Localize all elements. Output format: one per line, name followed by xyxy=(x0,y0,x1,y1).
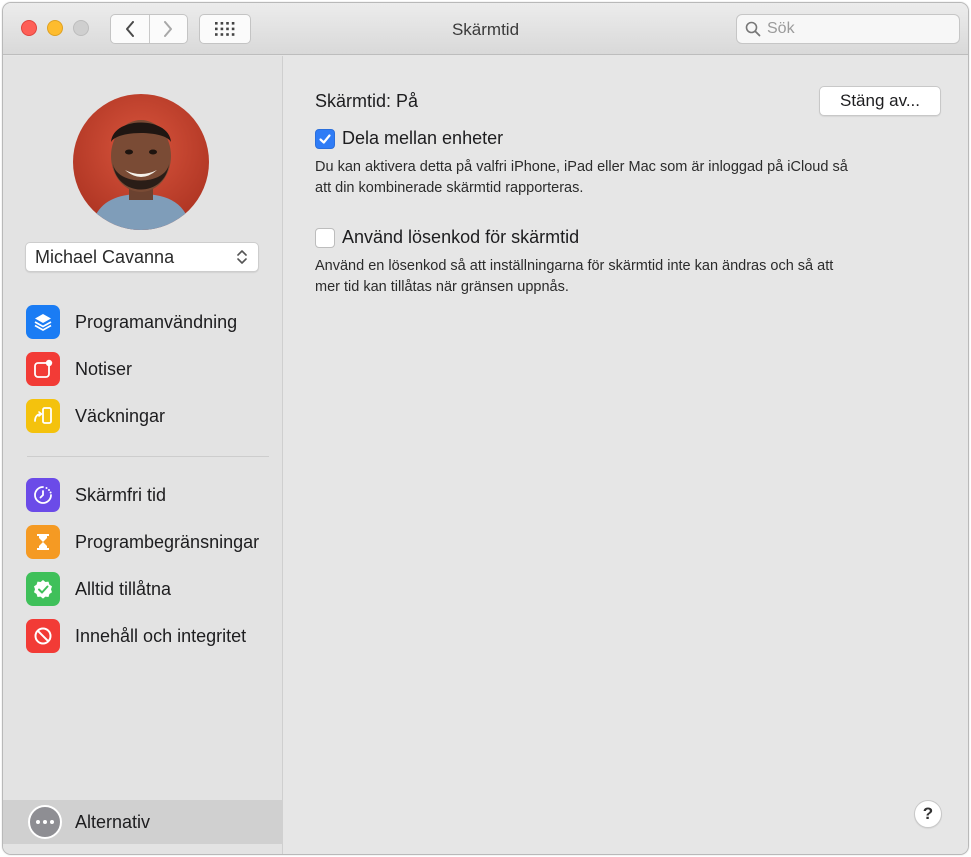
up-down-chevron-icon xyxy=(237,250,247,264)
layers-icon xyxy=(26,305,60,339)
sidebar-item-downtime[interactable]: Skärmfri tid xyxy=(3,473,282,517)
use-passcode-row[interactable]: Använd lösenkod för skärmtid xyxy=(315,227,579,248)
share-description: Du kan aktivera detta på valfri iPhone, … xyxy=(315,157,935,199)
user-select-value: Michael Cavanna xyxy=(35,246,175,267)
sidebar-item-label: Väckningar xyxy=(75,406,166,426)
checkmark-badge-icon xyxy=(26,572,60,606)
sidebar-item-app-usage[interactable]: Programanvändning xyxy=(3,300,282,344)
sidebar-item-content-privacy[interactable]: Innehåll och integritet xyxy=(3,614,282,658)
pickup-phone-icon xyxy=(26,399,60,433)
search-icon xyxy=(745,21,761,37)
sidebar-item-label: Alltid tillåtna xyxy=(75,579,172,599)
sidebar-item-label: Notiser xyxy=(75,359,133,379)
share-across-devices-row[interactable]: Dela mellan enheter xyxy=(315,128,503,149)
checkmark-icon xyxy=(319,133,331,144)
share-across-devices-label: Dela mellan enheter xyxy=(342,128,504,148)
screen-time-status: Skärmtid: På xyxy=(315,91,419,111)
search-field[interactable] xyxy=(736,14,960,44)
sidebar-item-options[interactable]: Alternativ xyxy=(3,800,283,844)
system-preferences-window: Skärmtid Sök Michael Cavanna Programanvä… xyxy=(2,2,969,855)
notification-badge-icon xyxy=(26,352,60,386)
sidebar-item-label: Programbegränsningar xyxy=(75,532,260,552)
title-bar: Skärmtid xyxy=(3,3,968,55)
main-panel: Skärmtid: På Stäng av... Dela mellan enh… xyxy=(284,56,968,854)
sidebar-item-label: Skärmfri tid xyxy=(75,485,167,505)
share-description-line: Du kan aktivera detta på valfri iPhone, … xyxy=(315,159,848,175)
downtime-clock-icon xyxy=(26,478,60,512)
share-across-devices-checkbox[interactable] xyxy=(315,128,335,149)
user-avatar xyxy=(73,94,209,230)
passcode-description-line: Använd en lösenkod så att inställningarn… xyxy=(315,258,834,274)
more-options-icon xyxy=(28,805,62,839)
sidebar: Michael Cavanna Programanvändning Notise… xyxy=(3,56,283,854)
turn-off-button[interactable]: Stäng av... xyxy=(819,86,941,116)
sidebar-item-notifications[interactable]: Notiser xyxy=(3,347,282,391)
sidebar-item-label: Programanvändning xyxy=(75,312,238,332)
use-passcode-label: Använd lösenkod för skärmtid xyxy=(342,227,580,247)
sidebar-divider xyxy=(27,456,269,457)
use-passcode-checkbox[interactable] xyxy=(315,227,335,248)
sidebar-item-always-allowed[interactable]: Alltid tillåtna xyxy=(3,567,282,611)
help-button[interactable]: ? xyxy=(914,800,942,828)
hourglass-icon xyxy=(26,525,60,559)
user-select[interactable]: Michael Cavanna xyxy=(25,242,259,272)
sidebar-item-label: Innehåll och integritet xyxy=(75,626,247,646)
sidebar-item-pickups[interactable]: Väckningar xyxy=(3,394,282,438)
passcode-description-line: mer tid kan tillåtas när gränsen uppnås. xyxy=(315,279,569,295)
search-input[interactable] xyxy=(767,20,947,38)
sidebar-item-label: Alternativ xyxy=(75,812,151,832)
sidebar-item-app-limits[interactable]: Programbegränsningar xyxy=(3,520,282,564)
share-description-line: att din kombinerade skärmtid rapporteras… xyxy=(315,180,584,196)
passcode-description: Använd en lösenkod så att inställningarn… xyxy=(315,256,935,298)
restriction-icon xyxy=(26,619,60,653)
